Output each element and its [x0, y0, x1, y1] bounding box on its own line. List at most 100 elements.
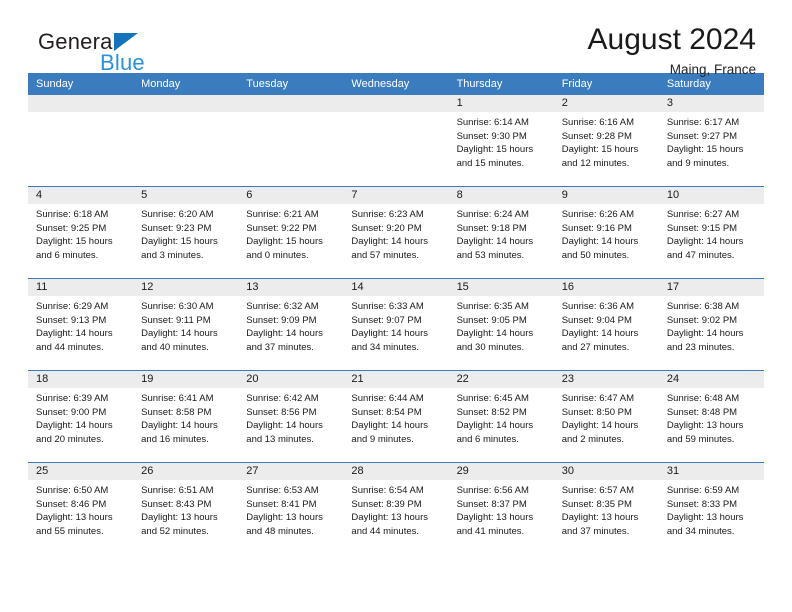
daylight-text-line1: Daylight: 13 hours	[561, 512, 639, 524]
daylight-text-line2: and 50 minutes.	[561, 249, 630, 261]
calendar-cell-empty	[238, 95, 344, 187]
day-details: Sunrise: 6:42 AM Sunset: 8:56 PM Daylight:…	[238, 388, 343, 446]
sunrise-text: Sunrise: 6:51 AM	[141, 485, 214, 496]
daylight-text-line1: Daylight: 15 hours	[561, 144, 639, 156]
sunrise-text: Sunrise: 6:48 AM	[666, 393, 740, 404]
calendar-day-cell[interactable]: 16 Sunrise: 6:36 AM Sunset: 9:04 PM Dayligh…	[553, 278, 659, 371]
sunrise-text: Sunrise: 6:35 AM	[456, 301, 529, 312]
day-details: Sunrise: 6:20 AM Sunset: 9:23 PM Daylight:…	[133, 204, 238, 262]
sunrise-text: Sunrise: 6:50 AM	[36, 485, 109, 496]
calendar-page: General Blue August 2024 Maing, France S…	[0, 0, 792, 612]
day-details: Sunrise: 6:50 AM Sunset: 8:46 PM Daylight:…	[28, 480, 133, 538]
calendar-cell-empty	[343, 95, 449, 187]
sunset-text: Sunset: 8:56 PM	[246, 406, 317, 418]
daylight-text-line1: Daylight: 13 hours	[666, 420, 744, 432]
day-number: 24	[658, 371, 764, 388]
calendar-day-cell[interactable]: 5 Sunrise: 6:20 AM Sunset: 9:23 PM Daylight…	[133, 186, 239, 279]
calendar-day-cell[interactable]: 30 Sunrise: 6:57 AM Sunset: 8:35 PM Dayligh…	[553, 462, 659, 554]
daylight-text-line1: Daylight: 15 hours	[246, 236, 323, 248]
sunset-text: Sunset: 8:35 PM	[561, 498, 632, 510]
day-details: Sunrise: 6:54 AM Sunset: 8:39 PM Daylight:…	[343, 480, 448, 538]
sunset-text: Sunset: 8:41 PM	[246, 498, 317, 510]
daylight-text-line2: and 53 minutes.	[456, 249, 525, 261]
sunset-text: Sunset: 9:02 PM	[666, 314, 738, 326]
sunrise-text: Sunrise: 6:18 AM	[36, 209, 109, 220]
sunrise-text: Sunrise: 6:53 AM	[246, 485, 319, 496]
daylight-text-line2: and 20 minutes.	[36, 433, 104, 445]
calendar-day-cell[interactable]: 26 Sunrise: 6:51 AM Sunset: 8:43 PM Dayligh…	[133, 462, 239, 554]
daylight-text-line1: Daylight: 13 hours	[246, 512, 323, 524]
triangle-icon	[114, 33, 138, 51]
calendar-day-cell[interactable]: 20 Sunrise: 6:42 AM Sunset: 8:56 PM Dayligh…	[238, 370, 344, 463]
day-details: Sunrise: 6:35 AM Sunset: 9:05 PM Daylight:…	[449, 296, 554, 354]
daylight-text-line1: Daylight: 14 hours	[351, 328, 428, 340]
day-details: Sunrise: 6:51 AM Sunset: 8:43 PM Daylight:…	[133, 480, 238, 538]
calendar-day-cell[interactable]: 22 Sunrise: 6:45 AM Sunset: 8:52 PM Dayligh…	[448, 370, 554, 463]
weekday-header-tuesday: Tuesday	[238, 73, 344, 95]
daylight-text-line2: and 9 minutes.	[666, 157, 730, 169]
sunset-text: Sunset: 8:37 PM	[456, 498, 527, 510]
day-number: 8	[448, 187, 554, 204]
day-number: 15	[448, 279, 554, 296]
sunrise-text: Sunrise: 6:30 AM	[141, 301, 214, 312]
calendar-day-cell[interactable]: 4 Sunrise: 6:18 AM Sunset: 9:25 PM Daylight…	[28, 186, 134, 279]
calendar-day-cell[interactable]: 9 Sunrise: 6:26 AM Sunset: 9:16 PM Daylight…	[553, 186, 659, 279]
weekday-header-wednesday: Wednesday	[343, 73, 449, 95]
daylight-text-line1: Daylight: 14 hours	[36, 420, 113, 432]
daylight-text-line1: Daylight: 15 hours	[666, 144, 744, 156]
calendar-day-cell[interactable]: 23 Sunrise: 6:47 AM Sunset: 8:50 PM Dayligh…	[553, 370, 659, 463]
calendar-day-cell[interactable]: 1 Sunrise: 6:14 AM Sunset: 9:30 PM Daylight…	[448, 95, 554, 187]
daylight-text-line1: Daylight: 14 hours	[141, 420, 218, 432]
logo-text-blue: Blue	[100, 50, 145, 75]
daylight-text-line2: and 12 minutes.	[561, 157, 630, 169]
calendar-day-cell[interactable]: 12 Sunrise: 6:30 AM Sunset: 9:11 PM Dayligh…	[133, 278, 239, 371]
general-blue-logo[interactable]: General Blue	[38, 30, 238, 76]
daylight-text-line1: Daylight: 14 hours	[141, 328, 218, 340]
calendar-day-cell[interactable]: 10 Sunrise: 6:27 AM Sunset: 9:15 PM Dayligh…	[658, 186, 764, 279]
sunset-text: Sunset: 9:18 PM	[456, 222, 527, 234]
calendar-day-cell[interactable]: 2 Sunrise: 6:16 AM Sunset: 9:28 PM Daylight…	[553, 95, 659, 187]
calendar-week-row: 4 Sunrise: 6:18 AM Sunset: 9:25 PM Daylight…	[28, 186, 764, 279]
sunrise-text: Sunrise: 6:24 AM	[456, 209, 529, 220]
day-details: Sunrise: 6:48 AM Sunset: 8:48 PM Daylight:…	[659, 388, 764, 446]
daylight-text-line1: Daylight: 13 hours	[666, 512, 744, 524]
sunrise-text: Sunrise: 6:54 AM	[351, 485, 424, 496]
day-number: 16	[553, 279, 659, 296]
calendar-cell-empty	[133, 95, 239, 187]
calendar-day-cell[interactable]: 14 Sunrise: 6:33 AM Sunset: 9:07 PM Dayligh…	[343, 278, 449, 371]
calendar-day-cell[interactable]: 15 Sunrise: 6:35 AM Sunset: 9:05 PM Dayligh…	[448, 278, 554, 371]
day-number: 7	[343, 187, 449, 204]
calendar-day-cell[interactable]: 25 Sunrise: 6:50 AM Sunset: 8:46 PM Dayligh…	[28, 462, 134, 554]
daylight-text-line2: and 44 minutes.	[36, 341, 104, 353]
calendar-day-cell[interactable]: 13 Sunrise: 6:32 AM Sunset: 9:09 PM Dayligh…	[238, 278, 344, 371]
calendar-day-cell[interactable]: 29 Sunrise: 6:56 AM Sunset: 8:37 PM Dayligh…	[448, 462, 554, 554]
daylight-text-line2: and 0 minutes.	[246, 249, 309, 261]
daylight-text-line1: Daylight: 14 hours	[351, 236, 428, 248]
day-number: 6	[238, 187, 344, 204]
calendar-day-cell[interactable]: 27 Sunrise: 6:53 AM Sunset: 8:41 PM Dayligh…	[238, 462, 344, 554]
sunset-text: Sunset: 9:28 PM	[561, 130, 632, 142]
day-number: 14	[343, 279, 449, 296]
calendar-day-cell[interactable]: 31 Sunrise: 6:59 AM Sunset: 8:33 PM Dayligh…	[658, 462, 764, 554]
daylight-text-line1: Daylight: 14 hours	[456, 328, 534, 340]
daylight-text-line2: and 2 minutes.	[561, 433, 625, 445]
calendar-day-cell[interactable]: 3 Sunrise: 6:17 AM Sunset: 9:27 PM Daylight…	[658, 95, 764, 187]
calendar-day-cell[interactable]: 28 Sunrise: 6:54 AM Sunset: 8:39 PM Dayligh…	[343, 462, 449, 554]
calendar-day-cell[interactable]: 19 Sunrise: 6:41 AM Sunset: 8:58 PM Dayligh…	[133, 370, 239, 463]
day-details: Sunrise: 6:29 AM Sunset: 9:13 PM Daylight:…	[28, 296, 133, 354]
calendar-day-cell[interactable]: 8 Sunrise: 6:24 AM Sunset: 9:18 PM Daylight…	[448, 186, 554, 279]
calendar-day-cell[interactable]: 17 Sunrise: 6:38 AM Sunset: 9:02 PM Dayligh…	[658, 278, 764, 371]
calendar-day-cell[interactable]: 7 Sunrise: 6:23 AM Sunset: 9:20 PM Daylight…	[343, 186, 449, 279]
sunset-text: Sunset: 9:30 PM	[456, 130, 527, 142]
calendar-day-cell[interactable]: 11 Sunrise: 6:29 AM Sunset: 9:13 PM Dayligh…	[28, 278, 134, 371]
day-number: 13	[238, 279, 344, 296]
calendar-day-cell[interactable]: 6 Sunrise: 6:21 AM Sunset: 9:22 PM Daylight…	[238, 186, 344, 279]
sunrise-text: Sunrise: 6:33 AM	[351, 301, 424, 312]
daylight-text-line1: Daylight: 14 hours	[36, 328, 113, 340]
calendar-day-cell[interactable]: 18 Sunrise: 6:39 AM Sunset: 9:00 PM Dayligh…	[28, 370, 134, 463]
sunset-text: Sunset: 9:04 PM	[561, 314, 632, 326]
calendar-day-cell[interactable]: 24 Sunrise: 6:48 AM Sunset: 8:48 PM Dayligh…	[658, 370, 764, 463]
calendar-day-cell[interactable]: 21 Sunrise: 6:44 AM Sunset: 8:54 PM Dayligh…	[343, 370, 449, 463]
daylight-text-line1: Daylight: 14 hours	[666, 236, 744, 248]
daylight-text-line2: and 44 minutes.	[351, 525, 420, 537]
